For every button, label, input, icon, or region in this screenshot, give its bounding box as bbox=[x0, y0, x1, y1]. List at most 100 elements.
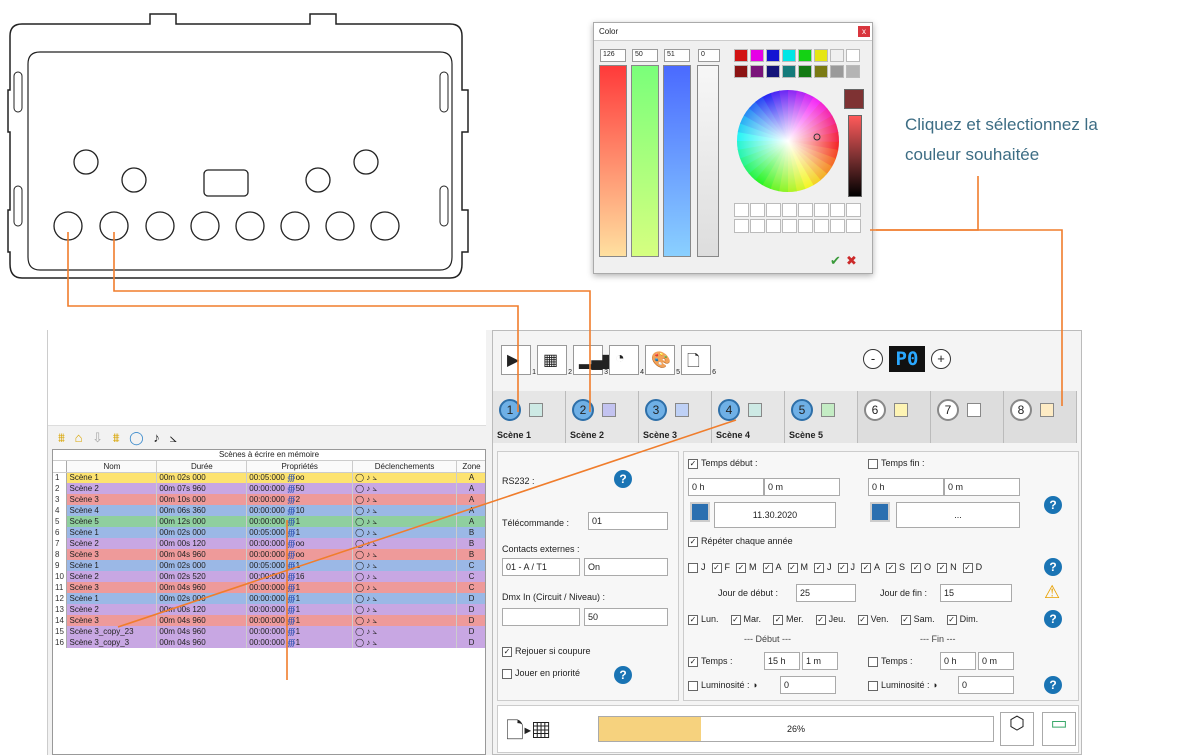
color-swatch[interactable] bbox=[846, 65, 860, 78]
color-swatch[interactable] bbox=[782, 49, 796, 62]
table-row[interactable]: 1 Scène 1 00m 02s 000 00:05:000 ∰oo ◯ ♪ … bbox=[53, 472, 485, 483]
alpha-slider[interactable] bbox=[697, 65, 719, 257]
table-row[interactable]: 9 Scène 1 00m 02s 000 00:05:000 ∰1 ◯ ♪ ⦣… bbox=[53, 560, 485, 571]
luminosite-fin-checkbox[interactable]: Luminosité : ◑ bbox=[868, 680, 937, 691]
custom-swatch[interactable] bbox=[750, 219, 765, 233]
wave2-icon[interactable]: ⩩ bbox=[113, 430, 120, 445]
tab-scene-5[interactable]: 5 Scène 5 bbox=[785, 391, 858, 443]
color-swatch[interactable] bbox=[750, 49, 764, 62]
table-row[interactable]: 5 Scène 5 00m 12s 000 00:00:000 ∰1 ◯ ♪ ⦣… bbox=[53, 516, 485, 527]
day-checkbox[interactable]: ✓ Ven. bbox=[857, 614, 889, 625]
debut2-minute[interactable]: 1 m bbox=[802, 652, 838, 670]
day-checkbox[interactable]: ✓ Sam. bbox=[900, 614, 935, 625]
col-declenchements[interactable]: Déclenchements bbox=[352, 461, 457, 473]
tab-scene-2[interactable]: 2 Scène 2 bbox=[566, 391, 639, 443]
tab-scene-4[interactable]: 4 Scène 4 bbox=[712, 391, 785, 443]
custom-swatch[interactable] bbox=[766, 219, 781, 233]
scene-color-swatch[interactable] bbox=[821, 403, 835, 417]
col-nom[interactable]: Nom bbox=[66, 461, 158, 473]
home-icon[interactable]: ⌂ bbox=[75, 430, 83, 445]
custom-swatch[interactable] bbox=[750, 203, 765, 217]
col-duree[interactable]: Durée bbox=[156, 461, 248, 473]
month-checkbox[interactable]: ✓ A bbox=[861, 562, 880, 573]
dmx-circuit-select[interactable] bbox=[502, 608, 580, 626]
date-debut-button[interactable]: 11.30.2020 bbox=[714, 502, 836, 528]
rejouer-checkbox[interactable]: ✓ Rejouer si coupure bbox=[502, 646, 591, 657]
month-checkbox[interactable]: ✓ M bbox=[736, 562, 757, 573]
dmx-level-spin[interactable]: 50 bbox=[584, 608, 668, 626]
debut-hour[interactable]: 0 h bbox=[688, 478, 764, 496]
custom-swatch[interactable] bbox=[830, 203, 845, 217]
jouer-checkbox[interactable]: Jouer en priorité bbox=[502, 668, 580, 679]
temps-debut2-checkbox[interactable]: ✓ Temps : bbox=[688, 656, 733, 667]
day-checkbox[interactable]: ✓ Jeu. bbox=[815, 614, 846, 625]
col-proprietes[interactable]: Propriétés bbox=[246, 461, 354, 473]
help-icon[interactable]: ? bbox=[1044, 558, 1062, 576]
toolbar-button[interactable]: ▂▄▆ 3 bbox=[573, 345, 615, 376]
month-checkbox[interactable]: ✓ J bbox=[837, 562, 855, 573]
red-slider[interactable] bbox=[599, 65, 627, 257]
month-checkbox[interactable]: ✓ F bbox=[711, 562, 730, 573]
luminosite-debut-checkbox[interactable]: Luminosité : ◑ bbox=[688, 680, 757, 691]
scene-color-swatch[interactable] bbox=[748, 403, 762, 417]
custom-swatch[interactable] bbox=[814, 203, 829, 217]
month-checkbox[interactable]: ✓ D bbox=[962, 562, 982, 573]
date-fin-button[interactable]: ... bbox=[896, 502, 1020, 528]
green-slider[interactable] bbox=[631, 65, 659, 257]
color-swatch[interactable] bbox=[766, 65, 780, 78]
month-checkbox[interactable]: ✓ N bbox=[937, 562, 957, 573]
write-memory-icon[interactable]: 🗋▸▦ bbox=[506, 714, 550, 752]
help-icon[interactable]: ? bbox=[1044, 496, 1062, 514]
tab-scene-8[interactable]: 8 bbox=[1004, 391, 1077, 443]
table-row[interactable]: 2 Scène 2 00m 07s 960 00:00:000 ∰50 ◯ ♪ … bbox=[53, 483, 485, 494]
minus-button[interactable]: - bbox=[863, 349, 883, 369]
table-row[interactable]: 13 Scène 2 00m 00s 120 00:00:000 ∰1 ◯ ♪ … bbox=[53, 604, 485, 615]
ok-button[interactable]: ✔ bbox=[830, 253, 841, 269]
day-checkbox[interactable]: ✓ Dim. bbox=[946, 614, 978, 625]
calendar-icon[interactable] bbox=[690, 502, 710, 522]
month-checkbox[interactable]: ✓ S bbox=[886, 562, 905, 573]
custom-swatch[interactable] bbox=[798, 219, 813, 233]
table-row[interactable]: 14 Scène 3 00m 04s 960 00:00:000 ∰1 ◯ ♪ … bbox=[53, 615, 485, 626]
table-row[interactable]: 7 Scène 2 00m 00s 120 00:00:000 ∰oo ◯ ♪ … bbox=[53, 538, 485, 549]
scene-color-swatch[interactable] bbox=[894, 403, 908, 417]
contacts-select[interactable]: 01 - A / T1 bbox=[502, 558, 580, 576]
repeter-checkbox[interactable]: ✓ Répéter chaque année bbox=[688, 536, 793, 547]
lum-debut-spin[interactable]: 0 bbox=[780, 676, 836, 694]
alpha-spinbox[interactable]: 0 bbox=[698, 49, 720, 62]
table-row[interactable]: 15 Scène 3_copy_23 00m 04s 960 00:00:000… bbox=[53, 626, 485, 637]
toolbar-button[interactable]: ▶ 1 bbox=[501, 345, 536, 376]
value-slider[interactable] bbox=[848, 115, 862, 197]
toolbar-button[interactable]: 🎨 5 bbox=[645, 345, 680, 376]
debut2-hour[interactable]: 15 h bbox=[764, 652, 800, 670]
fin2-minute[interactable]: 0 m bbox=[978, 652, 1014, 670]
custom-swatch[interactable] bbox=[846, 219, 861, 233]
custom-swatch[interactable] bbox=[846, 203, 861, 217]
month-checkbox[interactable]: ✓ A bbox=[762, 562, 782, 573]
scene-color-swatch[interactable] bbox=[1040, 403, 1054, 417]
table-row[interactable]: 3 Scène 3 00m 10s 000 00:00:000 ∰2 ◯ ♪ ⦣… bbox=[53, 494, 485, 505]
fin-minute[interactable]: 0 m bbox=[944, 478, 1020, 496]
custom-swatch[interactable] bbox=[814, 219, 829, 233]
temps-fin2-checkbox[interactable]: Temps : bbox=[868, 656, 913, 667]
plus-button[interactable]: + bbox=[931, 349, 951, 369]
fin2-hour[interactable]: 0 h bbox=[940, 652, 976, 670]
color-swatch[interactable] bbox=[798, 49, 812, 62]
custom-swatch[interactable] bbox=[782, 203, 797, 217]
toolbar-button[interactable]: ◔ 4 bbox=[609, 345, 644, 376]
toolbar-button[interactable]: ▦ 2 bbox=[537, 345, 572, 376]
close-button[interactable]: x bbox=[858, 26, 870, 37]
temps-debut-checkbox[interactable]: ✓ Temps début : bbox=[688, 458, 758, 469]
down-arrow-icon[interactable]: ⇩ bbox=[92, 430, 103, 445]
color-swatch[interactable] bbox=[830, 49, 844, 62]
custom-swatch[interactable] bbox=[734, 219, 749, 233]
custom-swatch[interactable] bbox=[798, 203, 813, 217]
sound-icon[interactable]: ♪ bbox=[153, 430, 160, 445]
help-icon[interactable]: ? bbox=[614, 470, 632, 488]
color-swatch[interactable] bbox=[846, 49, 860, 62]
circle-icon[interactable]: ◯ bbox=[129, 430, 144, 445]
color-swatch[interactable] bbox=[782, 65, 796, 78]
help-icon[interactable]: ? bbox=[1044, 610, 1062, 628]
table-row[interactable]: 8 Scène 3 00m 04s 960 00:00:000 ∰oo ◯ ♪ … bbox=[53, 549, 485, 560]
month-checkbox[interactable]: ✓ O bbox=[911, 562, 931, 573]
